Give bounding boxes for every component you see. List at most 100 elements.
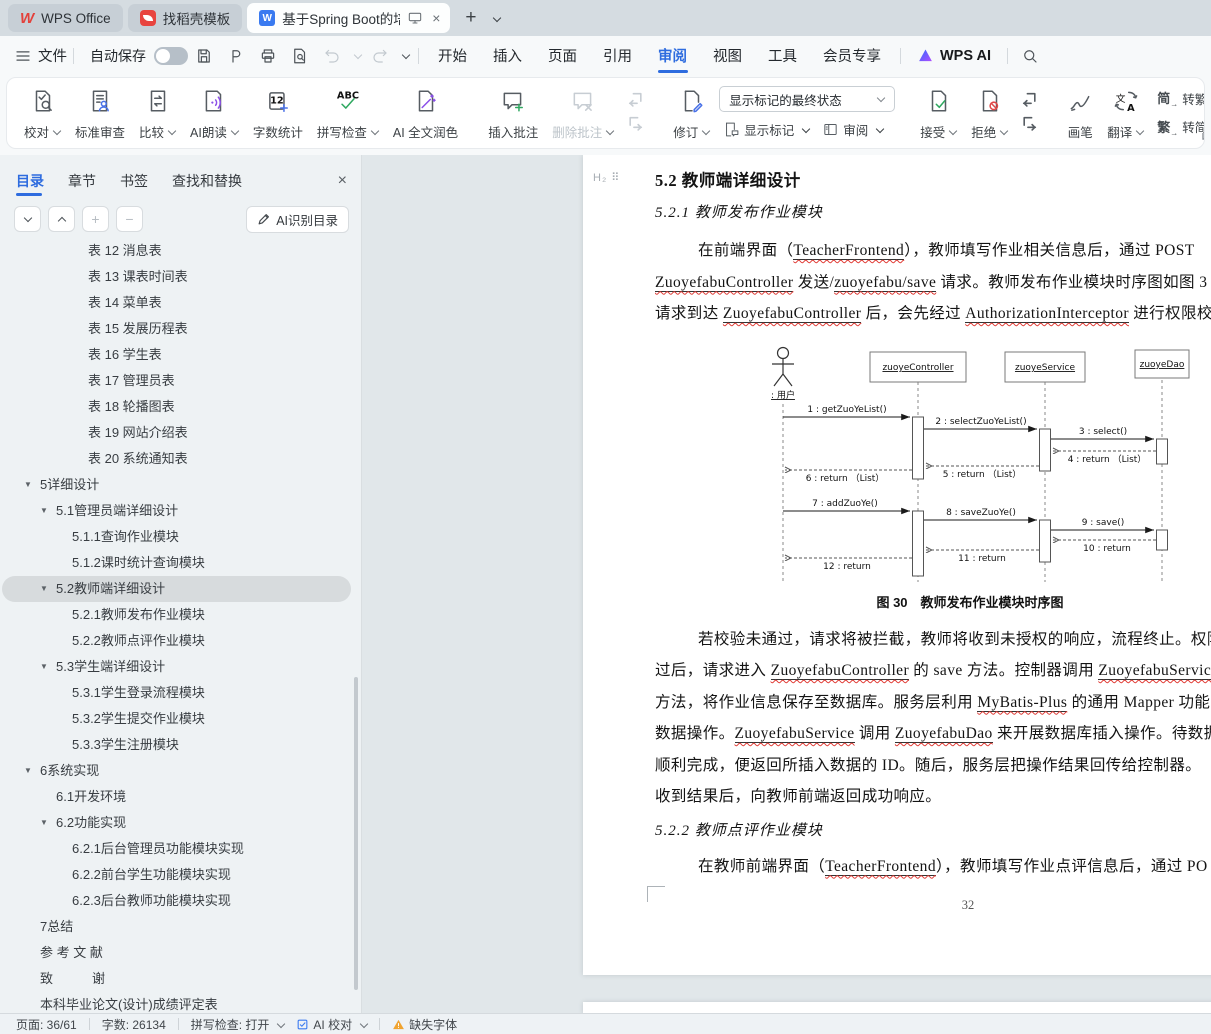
missing-font-warning[interactable]: 缺失字体 bbox=[392, 1016, 457, 1033]
menu-item-reference[interactable]: 引用 bbox=[590, 36, 645, 75]
toc-collapse-button[interactable]: − bbox=[116, 206, 143, 232]
collapse-arrow-icon[interactable]: ▼ bbox=[40, 810, 48, 836]
toc-item[interactable]: 参 考 文 献 bbox=[2, 940, 351, 966]
ai-polish-button[interactable]: AI 全文润色 bbox=[386, 83, 465, 143]
tab-wps-office[interactable]: W WPS Office bbox=[8, 4, 123, 32]
insert-comment-button[interactable]: 插入批注 bbox=[481, 83, 545, 143]
ink-brush-button[interactable]: 画笔 bbox=[1060, 83, 1100, 143]
collapse-arrow-icon[interactable]: ▼ bbox=[24, 758, 32, 784]
sidebar-tab-chapters[interactable]: 章节 bbox=[68, 161, 96, 200]
sidebar-close-icon[interactable]: × bbox=[338, 172, 347, 190]
previous-comment-button[interactable] bbox=[623, 86, 648, 110]
ai-proofread-status[interactable]: AI 校对 bbox=[296, 1016, 367, 1033]
search-icon[interactable] bbox=[1021, 47, 1039, 65]
toc-item[interactable]: 致 谢 bbox=[2, 966, 351, 992]
toc-item[interactable]: 6.2.1后台管理员功能模块实现 bbox=[2, 836, 351, 862]
to-simplified-button[interactable]: 繁→ 转简 bbox=[1153, 115, 1205, 140]
toc-item[interactable]: 5.2.1教师发布作业模块 bbox=[2, 602, 351, 628]
toc-item[interactable]: 7总结 bbox=[2, 914, 351, 940]
toc-item[interactable]: 表 15 发展历程表 bbox=[2, 316, 351, 342]
toc-item[interactable]: 5.3.1学生登录流程模块 bbox=[2, 680, 351, 706]
next-comment-button[interactable] bbox=[623, 110, 648, 134]
file-menu-button[interactable]: 文件 bbox=[14, 45, 67, 66]
sidebar-scrollbar-thumb[interactable] bbox=[354, 677, 358, 990]
ai-recognize-toc-button[interactable]: AI识别目录 bbox=[246, 206, 349, 233]
menu-item-review[interactable]: 审阅 bbox=[645, 36, 700, 75]
to-traditional-button[interactable]: 简→ 转繁 bbox=[1153, 86, 1205, 111]
undo-chevron-icon[interactable] bbox=[350, 48, 362, 63]
toc-previous-heading-button[interactable] bbox=[48, 206, 75, 232]
toc-item[interactable]: ▼5.2教师端详细设计 bbox=[2, 576, 351, 602]
toc-item[interactable]: 5.2.2教师点评作业模块 bbox=[2, 628, 351, 654]
save-icon[interactable] bbox=[195, 47, 213, 65]
wps-ai-button[interactable]: WPS AI bbox=[907, 47, 1001, 64]
markup-state-dropdown[interactable]: 显示标记的最终状态 bbox=[719, 86, 895, 112]
print-preview-icon[interactable] bbox=[291, 47, 309, 65]
close-tab-icon[interactable]: × bbox=[430, 10, 442, 26]
word-count-indicator[interactable]: 字数: 26134 bbox=[102, 1016, 166, 1033]
heading-level-badge[interactable]: H₂ ⠿ bbox=[593, 171, 620, 184]
toc-item[interactable]: 表 12 消息表 bbox=[2, 238, 351, 264]
menu-item-tools[interactable]: 工具 bbox=[755, 36, 810, 75]
spell-check-button[interactable]: ABC 拼写检查 bbox=[310, 83, 386, 143]
toc-item[interactable]: ▼6系统实现 bbox=[2, 758, 351, 784]
toc-item[interactable]: 表 17 管理员表 bbox=[2, 368, 351, 394]
translate-button[interactable]: 文A 翻译 bbox=[1100, 83, 1151, 143]
review-pane-button[interactable]: 审阅 bbox=[818, 118, 888, 141]
toc-item[interactable]: 6.1开发环境 bbox=[2, 784, 351, 810]
reject-changes-button[interactable]: 拒绝 bbox=[964, 83, 1015, 143]
collapse-arrow-icon[interactable]: ▼ bbox=[40, 654, 48, 680]
toc-item[interactable]: 表 16 学生表 bbox=[2, 342, 351, 368]
menu-item-page[interactable]: 页面 bbox=[535, 36, 590, 75]
accept-changes-button[interactable]: 接受 bbox=[913, 83, 964, 143]
autosave-toggle[interactable] bbox=[154, 47, 188, 65]
undo-icon[interactable] bbox=[323, 47, 341, 65]
track-changes-button[interactable]: 修订 bbox=[666, 83, 717, 143]
toc-item[interactable]: 6.2.3后台教师功能模块实现 bbox=[2, 888, 351, 914]
print-icon[interactable] bbox=[259, 47, 277, 65]
page-indicator[interactable]: 页面: 36/61 bbox=[16, 1016, 77, 1033]
toc-item[interactable]: 表 19 网站介绍表 bbox=[2, 420, 351, 446]
screen-share-icon[interactable] bbox=[407, 10, 423, 26]
toc-item[interactable]: 表 14 菜单表 bbox=[2, 290, 351, 316]
sidebar-tab-bookmarks[interactable]: 书签 bbox=[120, 161, 148, 200]
toc-item[interactable]: 表 18 轮播图表 bbox=[2, 394, 351, 420]
redo-icon[interactable] bbox=[371, 47, 389, 65]
menu-item-view[interactable]: 视图 bbox=[700, 36, 755, 75]
menu-item-insert[interactable]: 插入 bbox=[480, 36, 535, 75]
collapse-arrow-icon[interactable]: ▼ bbox=[24, 472, 32, 498]
menu-item-member[interactable]: 会员专享 bbox=[810, 36, 894, 75]
ai-read-aloud-button[interactable]: AI朗读 bbox=[183, 83, 246, 143]
document-page[interactable]: H₂ ⠿ 5.2 教师端详细设计 5.2.1 教师发布作业模块 在前端界面（Te… bbox=[583, 155, 1211, 975]
toc-item[interactable]: 表 13 课表时间表 bbox=[2, 264, 351, 290]
quick-access-chevron-icon[interactable] bbox=[398, 48, 410, 63]
spell-check-status[interactable]: 拼写检查: 打开 bbox=[191, 1016, 285, 1033]
next-change-button[interactable] bbox=[1017, 110, 1042, 134]
toc-expand-button[interactable]: + bbox=[82, 206, 109, 232]
sidebar-tab-contents[interactable]: 目录 bbox=[16, 161, 44, 200]
tab-docer-templates[interactable]: 找稻壳模板 bbox=[128, 4, 243, 32]
compare-button[interactable]: 比较 bbox=[132, 83, 183, 143]
new-tab-button[interactable]: + bbox=[465, 7, 476, 29]
proofread-button[interactable]: 校对 bbox=[17, 83, 68, 143]
sidebar-tab-find-replace[interactable]: 查找和替换 bbox=[172, 161, 242, 200]
toc-item[interactable]: 5.1.2课时统计查询模块 bbox=[2, 550, 351, 576]
collapse-arrow-icon[interactable]: ▼ bbox=[40, 498, 48, 524]
delete-comment-button[interactable]: 删除批注 bbox=[545, 83, 621, 143]
toc-item[interactable]: ▼5详细设计 bbox=[2, 472, 351, 498]
document-area[interactable]: H₂ ⠿ 5.2 教师端详细设计 5.2.1 教师发布作业模块 在前端界面（Te… bbox=[362, 155, 1211, 1013]
toc-item[interactable]: ▼6.2功能实现 bbox=[2, 810, 351, 836]
toc-item[interactable]: 5.3.3学生注册模块 bbox=[2, 732, 351, 758]
export-pdf-icon[interactable] bbox=[227, 47, 245, 65]
toc-item[interactable]: ▼5.1管理员端详细设计 bbox=[2, 498, 351, 524]
menu-item-home[interactable]: 开始 bbox=[425, 36, 480, 75]
word-count-button[interactable]: 12 字数统计 bbox=[246, 83, 310, 143]
standard-review-button[interactable]: 标准审查 bbox=[68, 83, 132, 143]
toc-item[interactable]: 表 20 系统通知表 bbox=[2, 446, 351, 472]
toc-item[interactable]: 5.1.1查询作业模块 bbox=[2, 524, 351, 550]
toc-item[interactable]: 5.3.2学生提交作业模块 bbox=[2, 706, 351, 732]
show-markup-button[interactable]: 显示标记 bbox=[719, 118, 814, 141]
tab-document[interactable]: W 基于Spring Boot的培训机构 × bbox=[247, 3, 450, 33]
toc-item[interactable]: ▼5.3学生端详细设计 bbox=[2, 654, 351, 680]
dialog-launcher-icon[interactable] bbox=[1201, 129, 1205, 144]
